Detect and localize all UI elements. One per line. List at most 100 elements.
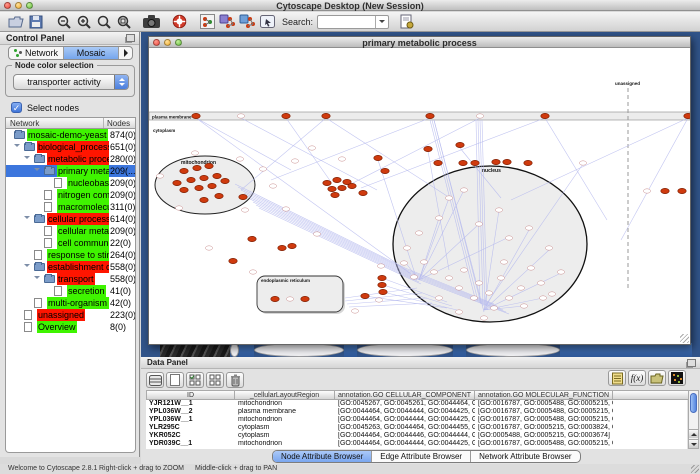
float-panel-icon[interactable] bbox=[126, 34, 135, 42]
network-node[interactable] bbox=[661, 188, 669, 193]
network-node[interactable] bbox=[173, 180, 181, 185]
annotation-network-alt-icon[interactable] bbox=[238, 13, 257, 31]
network-node[interactable] bbox=[495, 208, 502, 212]
network-node[interactable] bbox=[459, 160, 467, 165]
network-node[interactable] bbox=[377, 264, 384, 268]
zoom-fit-icon[interactable] bbox=[114, 13, 133, 31]
network-node[interactable] bbox=[557, 270, 564, 274]
network-node[interactable] bbox=[313, 232, 320, 236]
network-node[interactable] bbox=[455, 286, 462, 290]
network-node[interactable] bbox=[517, 286, 524, 290]
matrix-icon[interactable] bbox=[668, 370, 686, 386]
network-node[interactable] bbox=[378, 282, 386, 287]
table-cell[interactable]: cytoplasm bbox=[235, 432, 335, 440]
network-node[interactable] bbox=[348, 183, 356, 188]
network-node[interactable] bbox=[241, 208, 248, 212]
attribute-table-icon[interactable] bbox=[146, 372, 164, 388]
table-scrollbar[interactable] bbox=[688, 390, 699, 449]
network-node[interactable] bbox=[505, 236, 512, 240]
table-cell[interactable]: YJR121W__1 bbox=[146, 400, 235, 408]
tree-row[interactable]: cellular metabol209(0) bbox=[6, 225, 135, 237]
network-node[interactable] bbox=[328, 186, 336, 191]
snapshot-camera-icon[interactable] bbox=[142, 13, 161, 31]
zoom-selected-icon[interactable] bbox=[94, 13, 113, 31]
network-node[interactable] bbox=[424, 146, 432, 151]
network-node[interactable] bbox=[291, 159, 298, 163]
network-node[interactable] bbox=[205, 246, 212, 250]
network-node[interactable] bbox=[520, 304, 527, 308]
zoom-out-icon[interactable] bbox=[54, 13, 73, 31]
background-window-fragment[interactable] bbox=[560, 343, 692, 357]
network-node[interactable] bbox=[541, 113, 549, 118]
delete-attribute-icon[interactable] bbox=[226, 372, 244, 388]
background-window-fragment[interactable] bbox=[466, 343, 560, 357]
network-node[interactable] bbox=[361, 293, 369, 298]
network-node[interactable] bbox=[379, 289, 387, 294]
search-input[interactable] bbox=[318, 16, 375, 28]
scroll-up-icon[interactable] bbox=[689, 429, 698, 438]
network-node[interactable] bbox=[503, 159, 511, 164]
column-header[interactable]: annotation.GO MOLECULAR_FUNCTION bbox=[475, 390, 613, 400]
table-row[interactable]: YPL036W__1mitochondrion[GO:0044464, GO:0… bbox=[146, 416, 687, 424]
background-window-fragment[interactable] bbox=[254, 343, 344, 357]
tree-row[interactable]: multi-organism pro42(0) bbox=[6, 297, 135, 309]
network-node[interactable] bbox=[545, 246, 552, 250]
network-node[interactable] bbox=[338, 185, 346, 190]
network-node[interactable] bbox=[239, 194, 247, 199]
network-node[interactable] bbox=[180, 168, 188, 173]
table-cell[interactable]: [GO:0016787, GO:0005488, GO:0005215, G..… bbox=[475, 400, 613, 408]
new-attribute-icon[interactable] bbox=[166, 372, 184, 388]
network-node[interactable] bbox=[445, 196, 452, 200]
network-node[interactable] bbox=[175, 206, 182, 210]
network-canvas[interactable]: plasma membrane cytoplasm mitochondrion … bbox=[149, 48, 690, 344]
network-view-titlebar[interactable]: primary metabolic process bbox=[149, 37, 690, 48]
scrollbar-thumb[interactable] bbox=[690, 393, 697, 413]
tree-row[interactable]: mosaic-demo-yeast874(0) bbox=[6, 129, 135, 141]
tab-network[interactable]: Network bbox=[9, 47, 64, 59]
expand-arrow-icon[interactable] bbox=[34, 168, 40, 174]
window-resize-grip[interactable] bbox=[680, 334, 689, 343]
network-node[interactable] bbox=[213, 173, 221, 178]
network-node[interactable] bbox=[485, 291, 492, 295]
attribute-list-icon[interactable] bbox=[608, 370, 626, 386]
network-node[interactable] bbox=[460, 268, 467, 272]
table-cell[interactable]: YPL036W__2 bbox=[146, 408, 235, 416]
column-header-filler[interactable] bbox=[613, 390, 693, 400]
network-node[interactable] bbox=[684, 113, 690, 118]
network-node[interactable] bbox=[237, 114, 244, 118]
network-node[interactable] bbox=[187, 177, 195, 182]
network-node[interactable] bbox=[192, 113, 200, 118]
app-resize-grip[interactable] bbox=[691, 465, 699, 473]
network-node[interactable] bbox=[426, 113, 434, 118]
network-node[interactable] bbox=[435, 296, 442, 300]
network-node[interactable] bbox=[288, 243, 296, 248]
column-header[interactable]: annotation.GO CELLULAR_COMPONENT bbox=[335, 390, 475, 400]
network-node[interactable] bbox=[200, 175, 208, 180]
network-node[interactable] bbox=[527, 266, 534, 270]
network-node[interactable] bbox=[471, 160, 479, 165]
tree-row[interactable]: macromolecule311(0) bbox=[6, 201, 135, 213]
network-node[interactable] bbox=[282, 207, 289, 211]
tree-row[interactable]: primary metabol209(... bbox=[6, 165, 135, 177]
network-node[interactable] bbox=[410, 275, 417, 279]
background-window-fragment[interactable] bbox=[230, 343, 239, 357]
search-dropdown-arrow[interactable] bbox=[375, 16, 388, 28]
network-node[interactable] bbox=[525, 226, 532, 230]
network-node[interactable] bbox=[434, 160, 442, 165]
vizmapper-icon[interactable] bbox=[258, 13, 277, 31]
network-node[interactable] bbox=[500, 260, 507, 264]
expand-arrow-icon[interactable] bbox=[24, 156, 30, 162]
network-node[interactable] bbox=[301, 296, 309, 301]
expand-arrow-icon[interactable] bbox=[24, 216, 30, 222]
node-color-dropdown[interactable]: transporter activity bbox=[13, 74, 129, 90]
tree-row[interactable]: unassigned223(0) bbox=[6, 309, 135, 321]
table-cell[interactable]: [GO:0044464, GO:0044444, GO:0044425, G..… bbox=[335, 440, 475, 448]
table-cell[interactable]: YPL036W__1 bbox=[146, 416, 235, 424]
float-panel-icon[interactable] bbox=[687, 359, 696, 367]
network-node[interactable] bbox=[480, 316, 487, 320]
annotation-network-icon[interactable] bbox=[218, 13, 237, 31]
table-cell[interactable]: [GO:0044464, GO:0044444, GO:0044425, G..… bbox=[335, 408, 475, 416]
network-node[interactable] bbox=[537, 281, 544, 285]
network-node[interactable] bbox=[351, 309, 358, 313]
network-node[interactable] bbox=[208, 183, 216, 188]
